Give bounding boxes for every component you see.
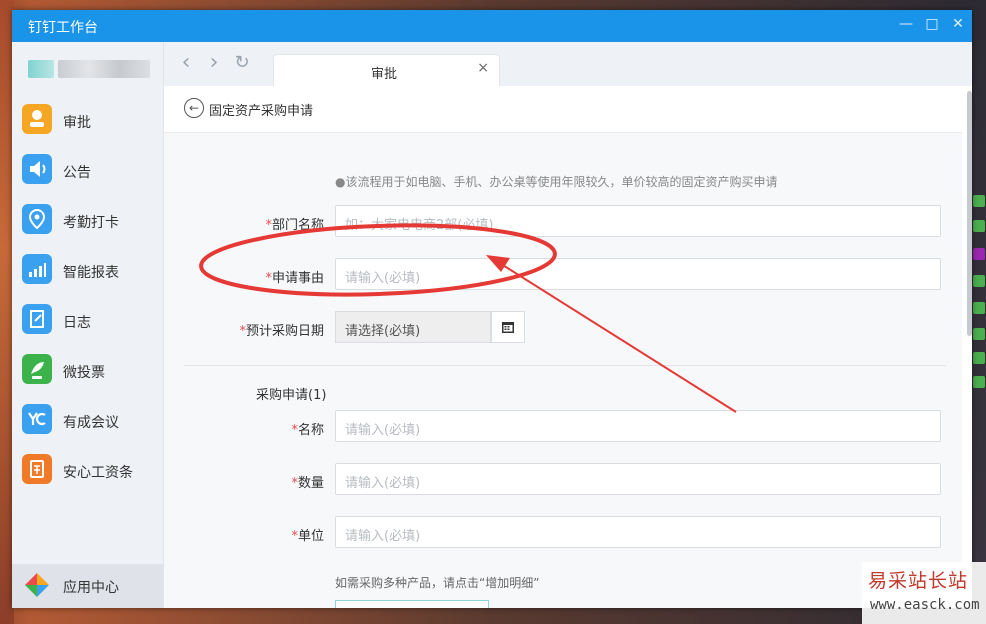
desktop-file-icon[interactable] [973,275,985,287]
unit-label: *单位 [184,525,324,544]
location-pin-icon [22,204,52,234]
reason-placeholder: 请输入(必填) [345,271,421,286]
page-title: 固定资产采购申请 [209,104,314,119]
desktop-right-strip [972,40,986,600]
title-bar[interactable]: 钉钉工作台 — □ ✕ [12,10,972,42]
desktop-file-icon[interactable] [973,376,985,388]
desktop-file-icon[interactable] [973,248,985,260]
purchase-date-placeholder: 请选择(必填) [345,324,421,339]
add-detail-button[interactable] [335,600,489,608]
user-profile-blurred[interactable] [24,60,154,78]
reason-label-text: 申请事由 [271,271,324,286]
forward-arrow-icon[interactable]: › [204,52,224,74]
section-divider [184,365,946,366]
item-name-label-text: 名称 [297,423,324,438]
watermark-name: 易采站长站 [868,570,969,592]
browser-nav-bar: ‹ › ↻ 审批 × [164,42,972,87]
reason-input[interactable]: 请输入(必填) [335,258,941,290]
unit-input[interactable]: 请输入(必填) [335,516,941,548]
sidebar-item-label: 智能报表 [63,265,119,281]
sidebar-item-announcement[interactable]: 公告 [12,149,163,199]
add-detail-hint: 如需采购多种产品，请点击“增加明细” [335,576,540,590]
meeting-icon [22,404,52,434]
megaphone-icon [22,154,52,184]
section-title: 采购申请(1) [256,388,327,403]
sidebar-item-label: 公告 [63,165,91,181]
dingtalk-workbench-window: 钉钉工作台 — □ ✕ 审批 公告 考勤打卡 智能报表 日志 微投票 有成会议 … [12,10,972,608]
watermark-url: www.easck.com [870,597,980,613]
desktop-file-icon[interactable] [973,195,985,207]
breadcrumb: ← 固定资产采购申请 [164,86,962,133]
close-icon[interactable]: ✕ [950,16,966,32]
sidebar-item-label: 安心工资条 [63,465,133,481]
vote-icon [22,354,52,384]
reason-label: *申请事由 [184,267,324,286]
minimize-icon[interactable]: — [898,16,914,32]
item-name-input[interactable]: 请输入(必填) [335,410,941,442]
tab-label: 审批 [370,67,397,82]
sidebar-item-label: 有成会议 [63,415,119,431]
sidebar-item-label: 考勤打卡 [63,215,119,231]
desktop-file-icon[interactable] [973,220,985,232]
watermark: 易采站长站 www.easck.com [862,562,986,624]
scrollbar-thumb[interactable] [967,91,972,336]
user-name-blurred [58,60,150,78]
sidebar-item-label: 日志 [63,315,91,331]
calendar-icon[interactable] [491,311,525,343]
sidebar-item-vote[interactable]: 微投票 [12,349,163,399]
sidebar-item-label: 微投票 [63,365,105,381]
purchase-date-label: *预计采购日期 [184,320,324,339]
tab-close-icon[interactable]: × [477,60,489,76]
refresh-icon[interactable]: ↻ [232,52,252,74]
form-notice: ●该流程用于如电脑、手机、办公桌等使用年限较久，单价较高的固定资产购买申请 [335,175,778,189]
department-input[interactable]: 如：大家电电商2部(必填) [335,205,941,237]
sidebar-item-log[interactable]: 日志 [12,299,163,349]
avatar[interactable] [28,60,54,78]
sidebar-item-approval[interactable]: 审批 [12,99,163,149]
app-center-icon [22,570,52,600]
sidebar-item-smart-report[interactable]: 智能报表 [12,249,163,299]
sidebar-item-payslip[interactable]: 安心工资条 [12,449,163,499]
quantity-label: *数量 [184,472,324,491]
approval-icon [22,104,52,134]
item-name-placeholder: 请输入(必填) [345,423,421,438]
department-label: *部门名称 [184,214,324,233]
back-arrow-icon[interactable]: ‹ [176,52,196,74]
maximize-icon[interactable]: □ [924,16,940,32]
sidebar: 审批 公告 考勤打卡 智能报表 日志 微投票 有成会议 安心工资条 应用中心 [12,42,164,608]
purchase-date-label-text: 预计采购日期 [245,324,324,339]
sidebar-item-label: 审批 [63,115,91,131]
payslip-icon [22,454,52,484]
unit-placeholder: 请输入(必填) [345,529,421,544]
desktop-file-icon[interactable] [973,302,985,314]
approval-form-page: ← 固定资产采购申请 ●该流程用于如电脑、手机、办公桌等使用年限较久，单价较高的… [164,86,972,608]
app-center-label: 应用中心 [63,580,119,596]
window-title: 钉钉工作台 [28,20,98,36]
sidebar-item-meeting[interactable]: 有成会议 [12,399,163,449]
desktop-file-icon[interactable] [973,352,985,364]
quantity-label-text: 数量 [297,476,324,491]
unit-label-text: 单位 [297,529,324,544]
back-circle-icon[interactable]: ← [184,98,204,118]
notebook-icon [22,304,52,334]
purchase-date-input[interactable]: 请选择(必填) [335,311,491,343]
tab-approval[interactable]: 审批 × [273,54,500,87]
sidebar-item-attendance[interactable]: 考勤打卡 [12,199,163,249]
department-placeholder: 如：大家电电商2部(必填) [345,218,494,233]
desktop-file-icon[interactable] [973,328,985,340]
department-label-text: 部门名称 [271,218,324,233]
bar-chart-icon [22,254,52,284]
sidebar-item-app-center[interactable]: 应用中心 [12,564,163,608]
quantity-placeholder: 请输入(必填) [345,476,421,491]
item-name-label: *名称 [184,419,324,438]
quantity-input[interactable]: 请输入(必填) [335,463,941,495]
